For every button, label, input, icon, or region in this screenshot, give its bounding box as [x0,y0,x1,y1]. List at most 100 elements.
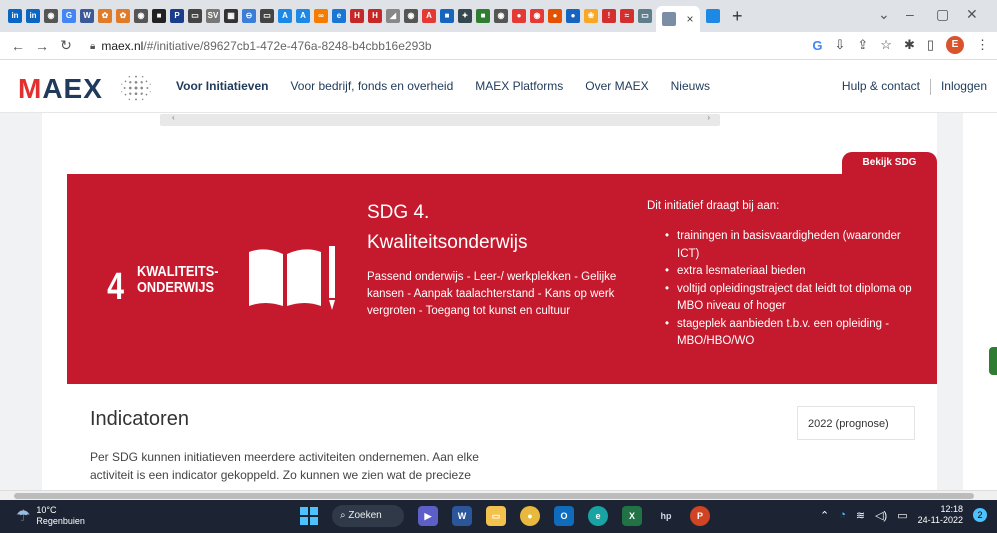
outlook-app-icon[interactable]: O [554,506,574,526]
nav-nieuws[interactable]: Nieuws [671,79,710,93]
tab-favicon-icon[interactable]: ◢ [386,9,400,23]
tab-favicon-icon[interactable]: ● [566,9,580,23]
battery-icon[interactable]: ▭ [897,509,907,522]
nav-voor-initiatieven[interactable]: Voor Initiatieven [176,79,268,93]
tab-favicon-icon[interactable]: ✦ [458,9,472,23]
menu-icon[interactable]: ⋮ [976,37,989,53]
google-icon[interactable]: G [812,38,822,53]
excel-app-icon[interactable]: X [622,506,642,526]
help-contact-link[interactable]: Hulp & contact [842,79,920,95]
maex-logo[interactable]: MAEX [18,73,103,105]
tab-favicon-icon[interactable]: A [422,9,436,23]
tab-favicon-icon[interactable]: ▦ [224,9,238,23]
nav-voor-bedrijf[interactable]: Voor bedrijf, fonds en overheid [290,79,453,93]
scroll-right-arrow-icon[interactable]: › [707,113,710,122]
back-icon[interactable]: ← [6,38,30,54]
contribution-list: trainingen in basisvaardigheden (waarond… [665,228,925,351]
tab-favicon-icon[interactable]: W [80,9,94,23]
tab-favicon-icon[interactable]: ▭ [260,9,274,23]
start-button-icon[interactable] [300,507,318,525]
view-sdg-tab[interactable]: Bekijk SDG [842,152,937,174]
maximize-button[interactable]: ▢ [936,6,949,23]
tab-favicon-icon[interactable]: P [170,9,184,23]
tab-favicon-icon[interactable]: ⊖ [242,9,256,23]
main-nav: Voor Initiatieven Voor bedrijf, fonds en… [176,79,710,93]
tab-favicon-icon[interactable]: in [26,9,40,23]
profile-avatar[interactable]: E [946,36,964,54]
sidepanel-icon[interactable]: ▯ [927,37,934,53]
tab-favicon-icon[interactable]: ◉ [44,9,58,23]
tab-favicons: in in ◉ G W ✿ ✿ ◉ ■ P ▭ SV ▦ ⊖ ▭ A A ∞ e H H ◢ ◉ A ■ ✦ ■ ◉ ● ◉ ● ● ❀! ≈ ▭ [8,9,656,23]
close-tab-icon[interactable]: × [686,12,693,26]
extensions-icon[interactable]: ✱ [904,37,915,53]
tab-favicon-icon[interactable]: ✿ [116,9,130,23]
list-item: trainingen in basisvaardigheden (waarond… [665,228,925,263]
powerpoint-app-icon[interactable]: P [690,506,710,526]
tab-favicon-icon[interactable]: e [332,9,346,23]
chrome-app-icon[interactable]: ● [520,506,540,526]
tab-favicon-icon[interactable]: ▭ [188,9,202,23]
tab-favicon-icon[interactable]: ● [512,9,526,23]
tab-favicon-icon[interactable]: ■ [152,9,166,23]
close-window-button[interactable]: ✕ [966,6,978,23]
word-app-icon[interactable]: W [452,506,472,526]
tab-favicon-icon[interactable]: ◉ [530,9,544,23]
tab-favicon-icon[interactable]: ✿ [98,9,112,23]
tab-favicon-icon[interactable]: A [278,9,292,23]
url-field[interactable]: 🔒︎ maex.nl /#/initiative/89627cb1-472e-4… [90,35,790,57]
active-tab[interactable]: × [656,6,700,32]
wifi-icon[interactable]: ≋ [856,509,865,522]
tab-favicon-icon[interactable]: SV [206,9,220,23]
sdg-title-number: SDG 4. [367,202,430,223]
tab-favicon-icon[interactable]: H [350,9,364,23]
edge-tab-icon[interactable] [706,9,720,23]
tab-favicon-icon[interactable]: ▭ [638,9,652,23]
tab-favicon-icon[interactable]: G [62,9,76,23]
tab-favicon-icon[interactable]: ≈ [620,9,634,23]
notification-badge[interactable]: 2 [973,508,987,522]
tab-favicon-icon[interactable]: ❀ [584,9,598,23]
edge-app-icon[interactable]: e [588,506,608,526]
volume-icon[interactable]: ◁) [875,509,887,522]
tab-favicon-icon[interactable]: H [368,9,382,23]
new-tab-button[interactable]: + [732,6,743,27]
file-explorer-icon[interactable]: ▭ [486,506,506,526]
forward-icon[interactable]: → [30,38,54,54]
tab-search-icon[interactable]: ⌄ [878,6,890,23]
weather-condition: Regenbuien [36,516,85,526]
page-horizontal-scrollbar[interactable] [0,490,997,500]
meet-app-icon[interactable]: ▶ [418,506,438,526]
share-icon[interactable]: ⇪ [857,37,868,53]
year-select[interactable]: 2022 (prognose) [797,406,915,440]
tab-favicon-icon[interactable]: ◉ [494,9,508,23]
hp-app-icon[interactable]: hp [656,506,676,526]
tab-favicon-icon[interactable]: in [8,9,22,23]
login-link[interactable]: Inloggen [941,79,987,95]
bookmark-star-icon[interactable]: ☆ [880,37,892,53]
inner-horizontal-scrollbar[interactable]: ‹ › [160,113,720,126]
scroll-left-arrow-icon[interactable]: ‹ [172,113,175,122]
scrollbar-thumb[interactable] [14,493,974,499]
nav-over-maex[interactable]: Over MAEX [585,79,648,93]
tab-favicon-icon[interactable]: ∞ [314,9,328,23]
minimize-button[interactable]: – [906,6,914,22]
side-widget-handle[interactable] [989,347,997,375]
tab-favicon-icon[interactable]: ● [548,9,562,23]
tab-favicon-icon[interactable]: ◉ [404,9,418,23]
page-margin-right [937,113,963,490]
clock[interactable]: 12:18 24-11-2022 [918,504,963,526]
indicators-heading: Indicatoren [90,408,189,430]
tray-expand-icon[interactable]: ⌃ [820,509,829,522]
nav-maex-platforms[interactable]: MAEX Platforms [475,79,563,93]
reload-icon[interactable]: ↻ [54,37,78,54]
install-icon[interactable]: ⇩ [834,37,845,53]
tab-favicon-icon[interactable]: A [296,9,310,23]
tab-favicon-icon[interactable]: ■ [476,9,490,23]
tab-favicon-icon[interactable]: ■ [440,9,454,23]
weather-widget[interactable]: ☂ 10°C Regenbuien [16,505,85,527]
url-host: maex.nl [101,39,144,53]
tab-favicon-icon[interactable]: ! [602,9,616,23]
taskbar-search[interactable]: ⌕ Zoeken [332,505,404,527]
network-app-icon[interactable]: ◔ [839,509,846,521]
tab-favicon-icon[interactable]: ◉ [134,9,148,23]
